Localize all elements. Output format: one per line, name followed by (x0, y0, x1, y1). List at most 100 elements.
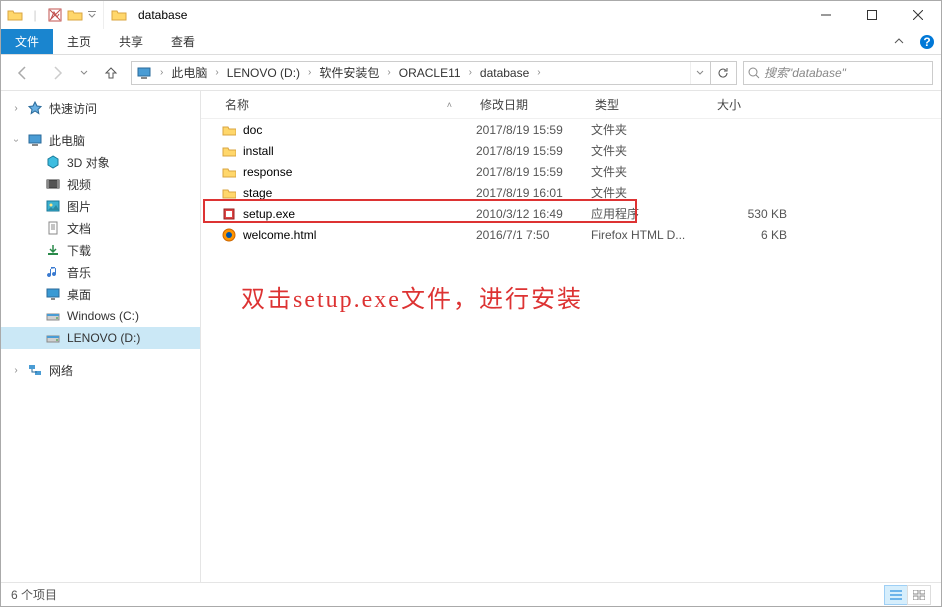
maximize-button[interactable] (849, 1, 895, 29)
history-dropdown-icon[interactable] (77, 69, 91, 77)
sidebar-item-label: 桌面 (67, 286, 91, 303)
forward-button[interactable] (43, 59, 71, 87)
folder-icon (221, 143, 237, 159)
tree-collapse-icon[interactable]: › (11, 365, 21, 376)
breadcrumb-sep[interactable]: › (533, 67, 544, 78)
pc-icon (27, 132, 43, 148)
title-folder-icon (110, 6, 128, 24)
sidebar-network[interactable]: › 网络 (1, 359, 200, 381)
drive-icon (45, 330, 61, 346)
svg-text:?: ? (923, 35, 930, 49)
sidebar-item[interactable]: ›LENOVO (D:) (1, 327, 200, 349)
status-bar: 6 个项目 (1, 582, 941, 606)
breadcrumb-sep[interactable]: › (383, 67, 394, 78)
file-type: 文件夹 (591, 184, 713, 201)
search-input[interactable] (764, 66, 928, 80)
file-name: doc (243, 123, 262, 137)
sidebar-item-label: 下载 (67, 242, 91, 259)
sidebar-item[interactable]: ›Windows (C:) (1, 305, 200, 327)
crumb-folder2[interactable]: ORACLE11 (397, 66, 463, 80)
col-date[interactable]: 修改日期 (476, 96, 591, 113)
crumb-drive[interactable]: LENOVO (D:) (225, 66, 302, 80)
folder-icon (221, 185, 237, 201)
crumb-folder3[interactable]: database (478, 66, 531, 80)
ribbon: 文件 主页 共享 查看 ? (1, 29, 941, 55)
file-name: stage (243, 186, 272, 200)
breadcrumb-sep[interactable]: › (304, 67, 315, 78)
file-type: 文件夹 (591, 163, 713, 180)
file-date: 2017/8/19 15:59 (476, 123, 591, 137)
sort-indicator-icon: ˄ (447, 100, 452, 110)
star-icon (27, 100, 43, 116)
file-row[interactable]: welcome.html2016/7/1 7:50Firefox HTML D.… (221, 224, 941, 245)
tree-expand-icon[interactable]: › (11, 135, 22, 145)
exe-icon (221, 206, 237, 222)
view-details-button[interactable] (884, 585, 908, 605)
breadcrumb-dropdown-icon[interactable] (690, 62, 708, 84)
breadcrumb-sep[interactable]: › (156, 67, 167, 78)
file-name: install (243, 144, 274, 158)
file-row[interactable]: stage 2017/8/19 16:01文件夹 (221, 182, 941, 203)
help-icon[interactable]: ? (913, 29, 941, 54)
downloads-icon (45, 242, 61, 258)
tab-home[interactable]: 主页 (53, 29, 105, 54)
crumb-thispc[interactable]: 此电脑 (169, 64, 209, 81)
file-row[interactable]: response2017/8/19 15:59文件夹 (221, 161, 941, 182)
search-box[interactable] (743, 61, 933, 85)
sidebar-item-label: 音乐 (67, 264, 91, 281)
desktop-icon (45, 286, 61, 302)
sidebar-this-pc[interactable]: › 此电脑 (1, 129, 200, 151)
col-type[interactable]: 类型 (591, 96, 713, 113)
qa-more-icon[interactable] (67, 7, 83, 23)
breadcrumb-sep[interactable]: › (211, 67, 222, 78)
file-tab[interactable]: 文件 (1, 29, 53, 54)
properties-icon[interactable] (47, 7, 63, 23)
back-button[interactable] (9, 59, 37, 87)
sidebar-label: 网络 (49, 362, 73, 379)
network-icon (27, 362, 43, 378)
crumb-folder1[interactable]: 软件安装包 (317, 64, 381, 81)
refresh-icon[interactable] (710, 62, 734, 84)
folder-icon (221, 122, 237, 138)
sidebar-item[interactable]: ›下载 (1, 239, 200, 261)
ribbon-expand-icon[interactable] (885, 29, 913, 54)
title-bar: | database (1, 1, 941, 29)
minimize-button[interactable] (803, 1, 849, 29)
file-row[interactable]: setup.exe2010/3/12 16:49应用程序530 KB (221, 203, 941, 224)
sidebar-item-label: LENOVO (D:) (67, 331, 140, 345)
address-bar: › 此电脑 › LENOVO (D:) › 软件安装包 › ORACLE11 ›… (1, 55, 941, 91)
sidebar-item-label: 3D 对象 (67, 154, 110, 171)
sidebar-item[interactable]: ›视频 (1, 173, 200, 195)
up-button[interactable] (97, 59, 125, 87)
item-count: 6 个项目 (11, 586, 57, 603)
sidebar-quick-access[interactable]: › 快速访问 (1, 97, 200, 119)
col-name[interactable]: 名称˄ (221, 96, 476, 113)
breadcrumb-sep[interactable]: › (465, 67, 476, 78)
pictures-icon (45, 198, 61, 214)
qa-dropdown-icon[interactable] (87, 7, 97, 23)
file-date: 2017/8/19 16:01 (476, 186, 591, 200)
file-row[interactable]: doc 2017/8/19 15:59文件夹 (221, 119, 941, 140)
sidebar-item[interactable]: ›图片 (1, 195, 200, 217)
file-size: 6 KB (713, 228, 793, 242)
tab-view[interactable]: 查看 (157, 29, 209, 54)
view-icons-button[interactable] (907, 585, 931, 605)
breadcrumb[interactable]: › 此电脑 › LENOVO (D:) › 软件安装包 › ORACLE11 ›… (131, 61, 737, 85)
col-size[interactable]: 大小 (713, 96, 793, 113)
sidebar-item[interactable]: ›桌面 (1, 283, 200, 305)
sidebar-item[interactable]: ›文档 (1, 217, 200, 239)
file-type: Firefox HTML D... (591, 228, 713, 242)
sidebar-item-label: 文档 (67, 220, 91, 237)
sidebar-item[interactable]: ›音乐 (1, 261, 200, 283)
file-name: welcome.html (243, 228, 316, 242)
sidebar-item[interactable]: ›3D 对象 (1, 151, 200, 173)
file-type: 文件夹 (591, 121, 713, 138)
tab-share[interactable]: 共享 (105, 29, 157, 54)
tree-collapse-icon[interactable]: › (11, 103, 21, 114)
close-button[interactable] (895, 1, 941, 29)
annotation-text: 双击setup.exe文件，进行安装 (241, 279, 583, 314)
folder-icon (221, 164, 237, 180)
file-date: 2017/8/19 15:59 (476, 144, 591, 158)
file-row[interactable]: install2017/8/19 15:59文件夹 (221, 140, 941, 161)
sidebar-item-label: 图片 (67, 198, 91, 215)
